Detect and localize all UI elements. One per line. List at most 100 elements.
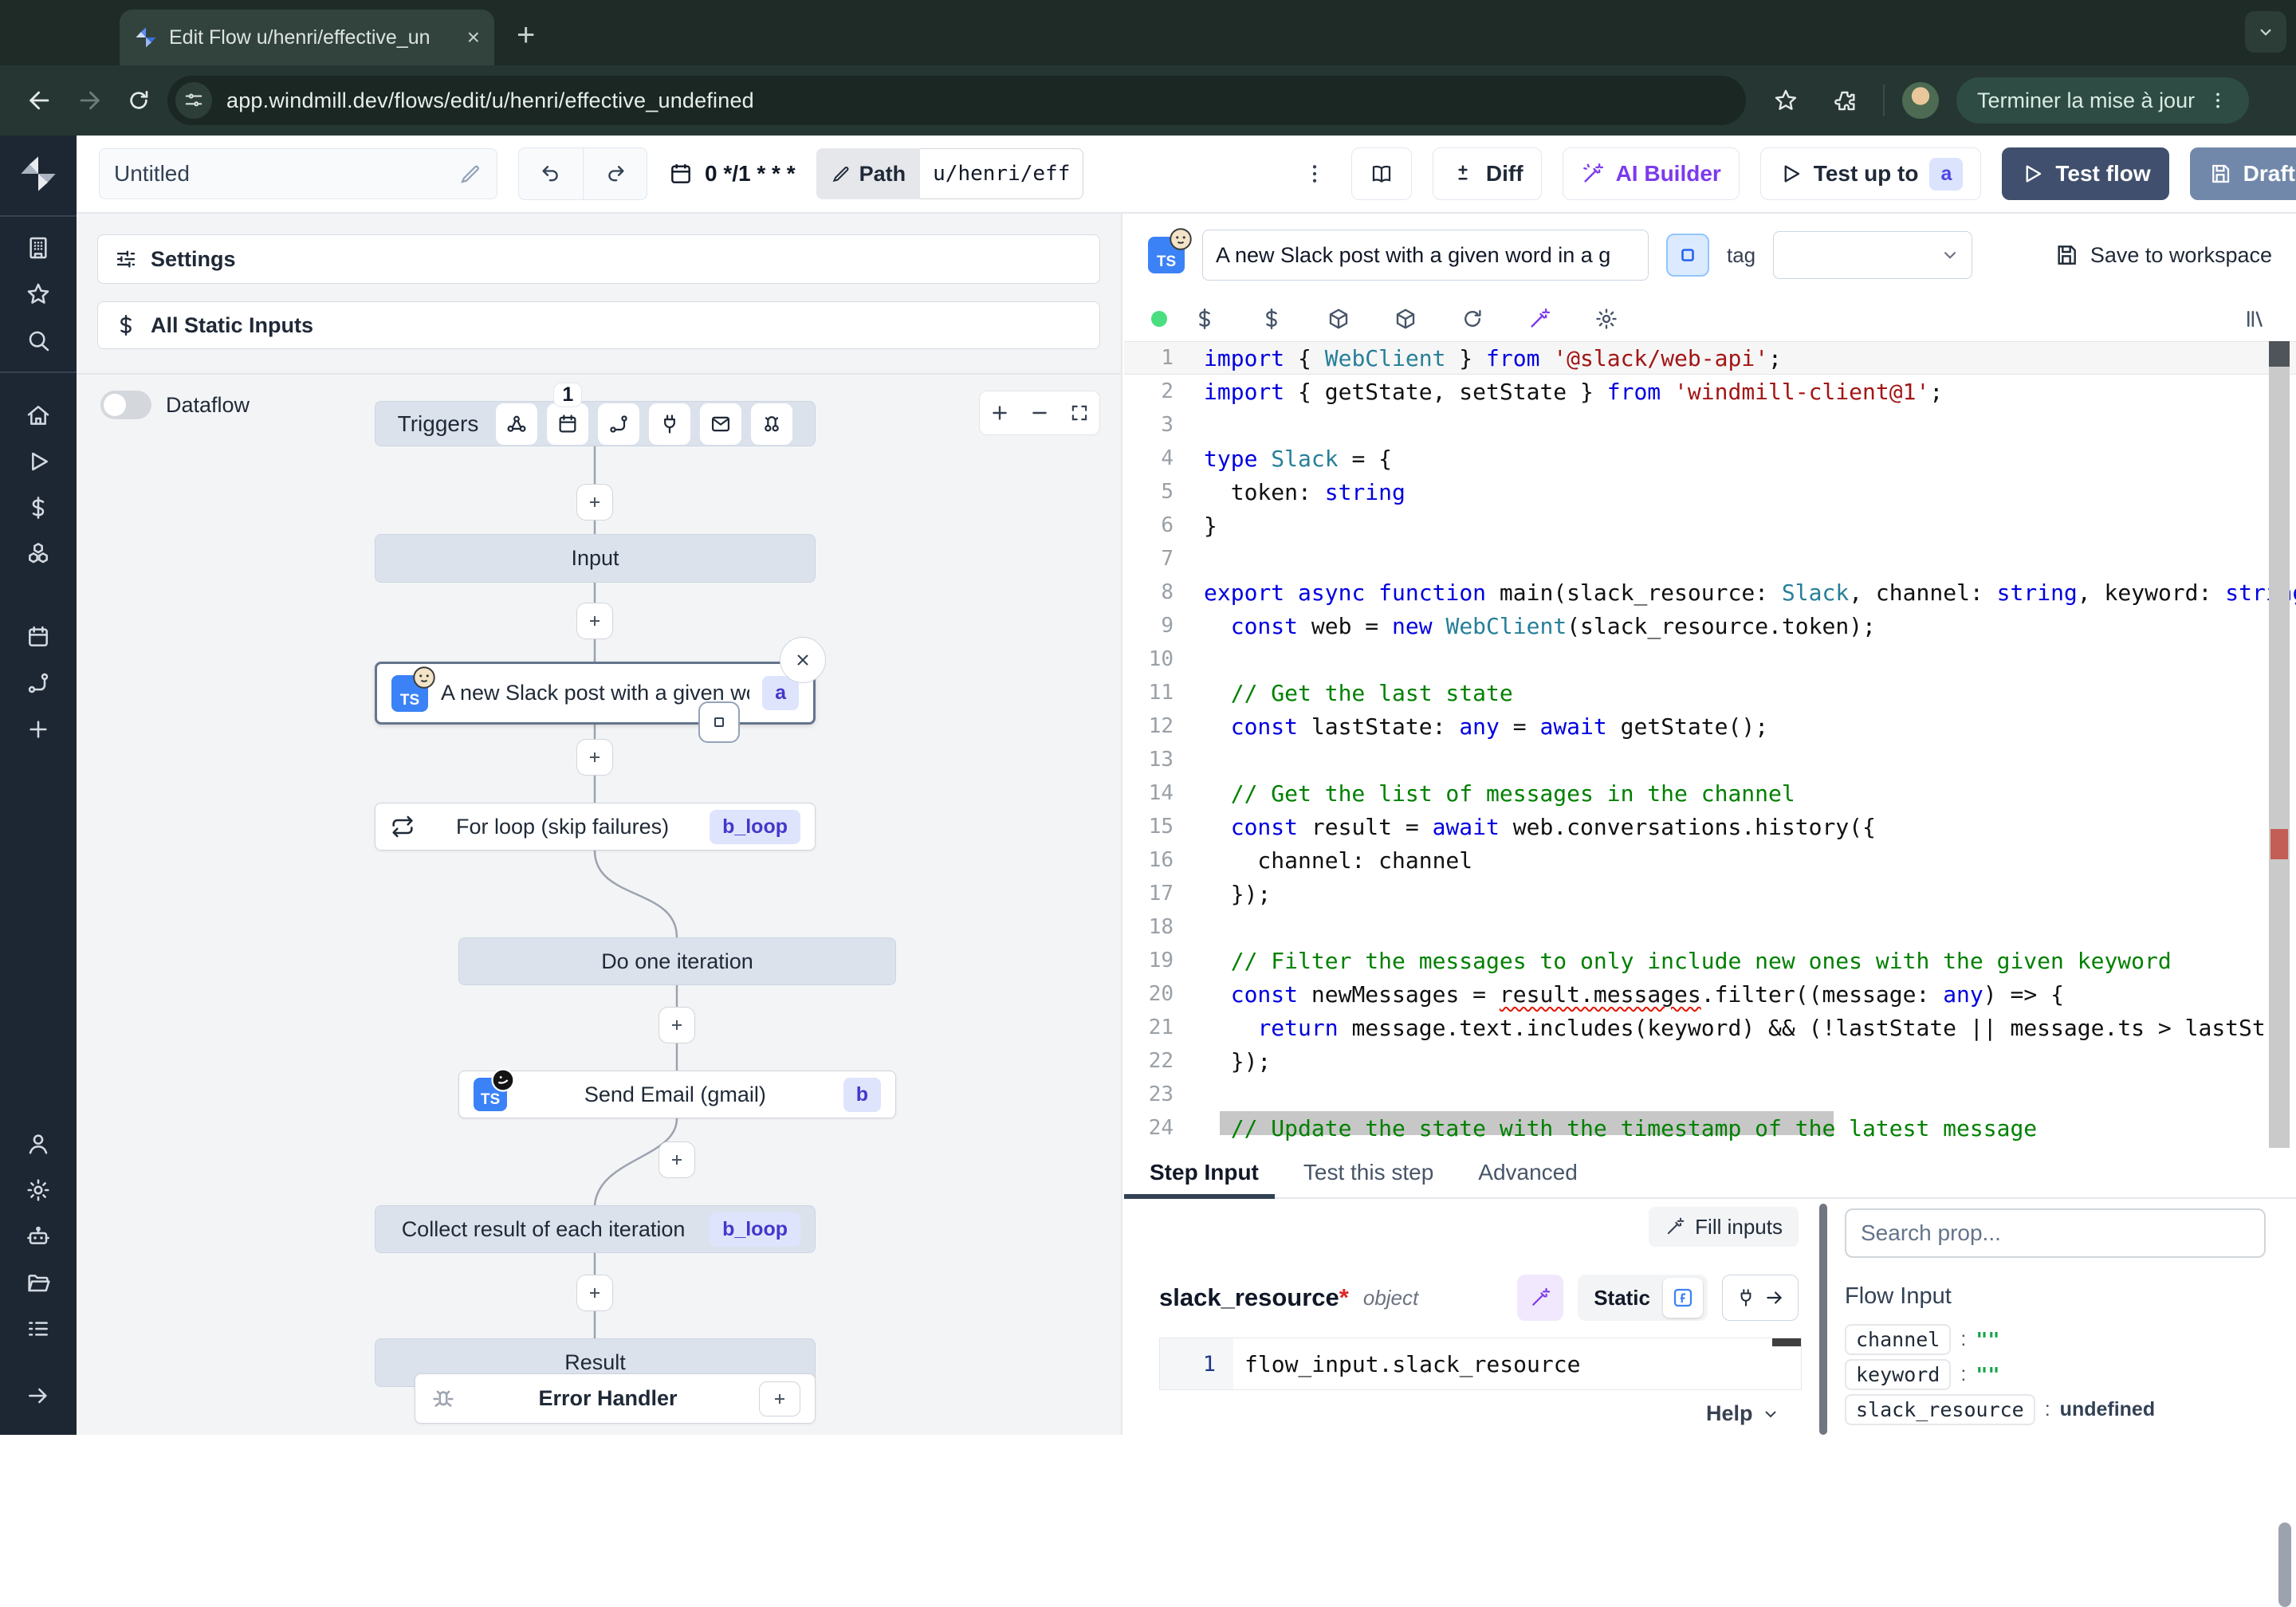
diff-button[interactable]: Diff [1433,147,1542,200]
search-icon[interactable] [14,317,62,363]
forloop-step-node[interactable]: For loop (skip failures) b_loop [375,803,816,851]
workspace-building-icon[interactable] [14,225,62,271]
logs-list-icon[interactable] [14,1306,62,1352]
prop-name-pill[interactable]: keyword [1845,1359,1951,1390]
test-up-to-button[interactable]: Test up to a [1760,147,1982,200]
route-trigger-icon[interactable] [598,403,639,445]
add-step-button[interactable] [659,1007,695,1043]
browser-update-button[interactable]: Terminer la mise à jour [1956,77,2249,124]
site-info-icon[interactable] [175,82,212,119]
code-line[interactable]: 19 // Filter the messages to only includ… [1124,944,2296,977]
resources-cubes-icon[interactable] [14,531,62,577]
code-line[interactable]: 8export async function main(slack_resour… [1124,576,2296,609]
code-line[interactable]: 15 const result = await web.conversation… [1124,810,2296,843]
tag-select[interactable] [1773,231,1972,279]
test-flow-button[interactable]: Test flow [2002,147,2168,200]
bookmark-star-icon[interactable] [1765,80,1807,121]
home-icon[interactable] [14,392,62,438]
code-line[interactable]: 5 token: string [1124,475,2296,509]
code-line[interactable]: 6} [1124,509,2296,542]
new-tab-button[interactable]: + [517,18,535,53]
favorites-star-icon[interactable] [14,271,62,317]
schedule-calendar-trigger-icon[interactable]: 1 [547,403,588,445]
prop-name-pill[interactable]: channel [1845,1324,1951,1355]
flow-input-prop-row[interactable]: channel:"" [1845,1322,2264,1357]
path-value[interactable]: u/henri/eff [920,148,1083,199]
search-prop-input[interactable]: Search prop... [1845,1208,2266,1258]
panel-resizer[interactable] [1819,1204,1827,1435]
code-line[interactable]: 20 const newMessages = result.messages.f… [1124,977,2296,1011]
code-line[interactable]: 22 }); [1124,1044,2296,1078]
static-toggle[interactable]: Static [1578,1275,1708,1321]
code-line[interactable]: 2import { getState, setState } from 'win… [1124,375,2296,408]
browser-tab[interactable]: Edit Flow u/henri/effective_un × [120,10,494,65]
code-line[interactable]: 23 [1124,1078,2296,1111]
cache-checkbox-button[interactable] [1666,234,1709,277]
step-name-input[interactable]: A new Slack post with a given word in a … [1202,230,1649,281]
kafka-trigger-icon[interactable] [751,403,792,445]
flow-input-prop-row[interactable]: slack_resource:undefined [1845,1392,2264,1427]
schedule-cron[interactable]: 0 */1 * * * [668,161,796,187]
wand-icon[interactable] [1526,305,1553,332]
code-line[interactable]: 1import { WebClient } from '@slack/web-a… [1124,341,2296,375]
back-icon[interactable] [19,80,61,121]
tab-test-this-step[interactable]: Test this step [1303,1148,1433,1197]
dollar-icon[interactable] [1191,305,1218,332]
code-line[interactable]: 11 // Get the last state [1124,676,2296,709]
tab-advanced[interactable]: Advanced [1478,1148,1578,1197]
library-icon[interactable] [2242,305,2269,332]
docs-book-button[interactable] [1351,147,1412,200]
undo-button[interactable] [519,148,583,199]
ai-builder-button[interactable]: AI Builder [1563,147,1740,200]
add-step-button[interactable] [576,484,613,521]
error-handler-node[interactable]: Error Handler [415,1373,816,1424]
workers-robot-icon[interactable] [14,1213,62,1259]
collapse-arrow-icon[interactable] [14,1373,62,1419]
scrollbar-thumb[interactable] [2278,1523,2291,1607]
edit-pencil-icon[interactable] [458,162,482,186]
connect-input-button[interactable] [1722,1275,1799,1321]
forward-icon[interactable] [69,80,110,121]
webhook-trigger-icon[interactable] [496,403,537,445]
windmill-logo[interactable] [18,153,59,194]
account-user-icon[interactable] [14,1121,62,1167]
tab-close-icon[interactable]: × [467,26,480,49]
code-line[interactable]: 14 // Get the list of messages in the ch… [1124,776,2296,810]
code-line[interactable]: 13 [1124,743,2296,776]
extensions-icon[interactable] [1824,80,1866,121]
code-line[interactable]: 24 // Update the state with the timestam… [1124,1111,2296,1145]
plug-trigger-icon[interactable] [649,403,690,445]
code-line[interactable]: 4type Slack = { [1124,442,2296,475]
schedules-calendar-icon[interactable] [14,614,62,660]
code-line[interactable]: 16 channel: channel [1124,843,2296,877]
mail-trigger-icon[interactable] [700,403,741,445]
code-line[interactable]: 7 [1124,542,2296,576]
browser-menu-kebab-icon[interactable] [2208,90,2228,111]
add-error-handler-button[interactable] [759,1381,800,1416]
collect-result-node[interactable]: Collect result of each iteration b_loop [375,1205,816,1253]
add-step-button[interactable] [576,603,613,639]
settings-gear-icon[interactable] [14,1167,62,1213]
triggers-route-icon[interactable] [14,660,62,706]
save-to-workspace-button[interactable]: Save to workspace [2054,242,2272,268]
add-plus-icon[interactable] [14,706,62,752]
profile-avatar[interactable] [1902,82,1939,119]
expression-editor[interactable]: 1 flow_input.slack_resource [1159,1338,1802,1390]
code-line[interactable]: 12 const lastState: any = await getState… [1124,709,2296,743]
vertical-scrollbar[interactable] [2269,341,2290,1148]
prop-name-pill[interactable]: slack_resource [1845,1394,2035,1425]
refresh-icon[interactable] [1459,305,1486,332]
code-editor[interactable]: 1import { WebClient } from '@slack/web-a… [1124,341,2296,1148]
triggers-node[interactable]: Triggers 1 [375,401,816,446]
dollar-icon[interactable] [1258,305,1285,332]
code-line[interactable]: 18 [1124,910,2296,944]
code-line[interactable]: 21 return message.text.includes(keyword)… [1124,1011,2296,1044]
more-options-kebab-icon[interactable] [1299,162,1331,186]
delete-step-button[interactable] [780,637,826,683]
send-email-step-node[interactable]: TS Send Email (gmail) b [458,1071,896,1118]
window-menu-chevron[interactable] [2245,11,2286,53]
add-step-button[interactable] [659,1141,695,1178]
flow-name-input[interactable]: Untitled [99,148,497,199]
tab-step-input[interactable]: Step Input [1150,1148,1259,1197]
add-step-button[interactable] [576,739,613,776]
